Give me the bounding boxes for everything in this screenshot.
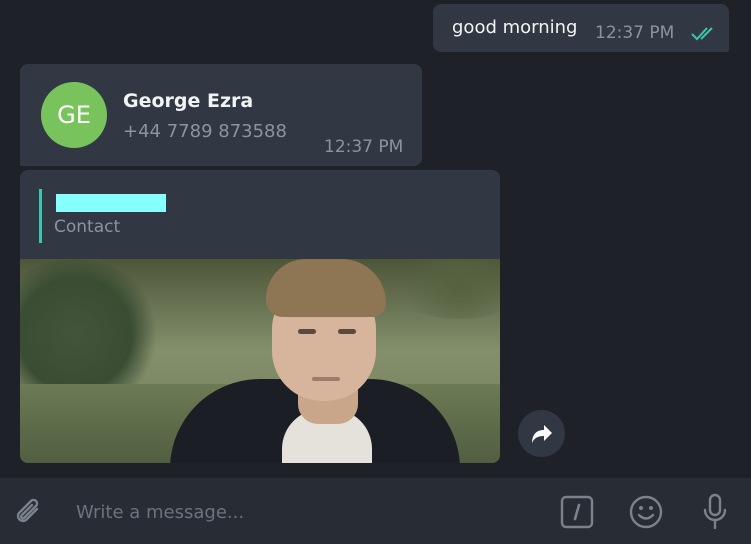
- paperclip-icon[interactable]: [11, 495, 47, 531]
- double-check-icon: [691, 27, 713, 41]
- message-composer: [0, 478, 751, 544]
- media-person-mouth: [312, 377, 340, 381]
- video-thumbnail[interactable]: [20, 259, 500, 463]
- contact-card-message[interactable]: GE George Ezra +44 7789 873588 12:37 PM: [20, 64, 422, 166]
- message-time: 12:37 PM: [324, 137, 404, 157]
- forward-button[interactable]: [518, 410, 565, 457]
- emoji-icon[interactable]: [628, 494, 664, 530]
- contact-avatar[interactable]: GE: [41, 82, 107, 148]
- media-person-hair: [266, 259, 386, 317]
- reply-quote-bar: [39, 189, 42, 243]
- reply-quote-sender: [56, 194, 166, 212]
- avatar-initials: GE: [57, 101, 91, 129]
- media-person-eye: [338, 329, 356, 334]
- message-input[interactable]: [74, 496, 538, 528]
- message-time: 12:37 PM: [595, 23, 675, 43]
- bot-command-icon[interactable]: [560, 495, 594, 529]
- media-person-eye: [298, 329, 316, 334]
- chat-area: good morning 12:37 PM GE George Ezra +44…: [0, 0, 751, 478]
- media-tree: [390, 259, 500, 319]
- forward-icon: [531, 424, 552, 443]
- microphone-icon[interactable]: [700, 493, 730, 531]
- message-text: good morning: [452, 17, 578, 38]
- contact-name[interactable]: George Ezra: [123, 90, 253, 112]
- contact-phone: +44 7789 873588: [123, 121, 287, 142]
- reply-media-message[interactable]: Contact: [20, 170, 500, 463]
- outgoing-message-bubble[interactable]: good morning 12:37 PM: [433, 4, 729, 52]
- reply-quote-label[interactable]: Contact: [54, 217, 120, 237]
